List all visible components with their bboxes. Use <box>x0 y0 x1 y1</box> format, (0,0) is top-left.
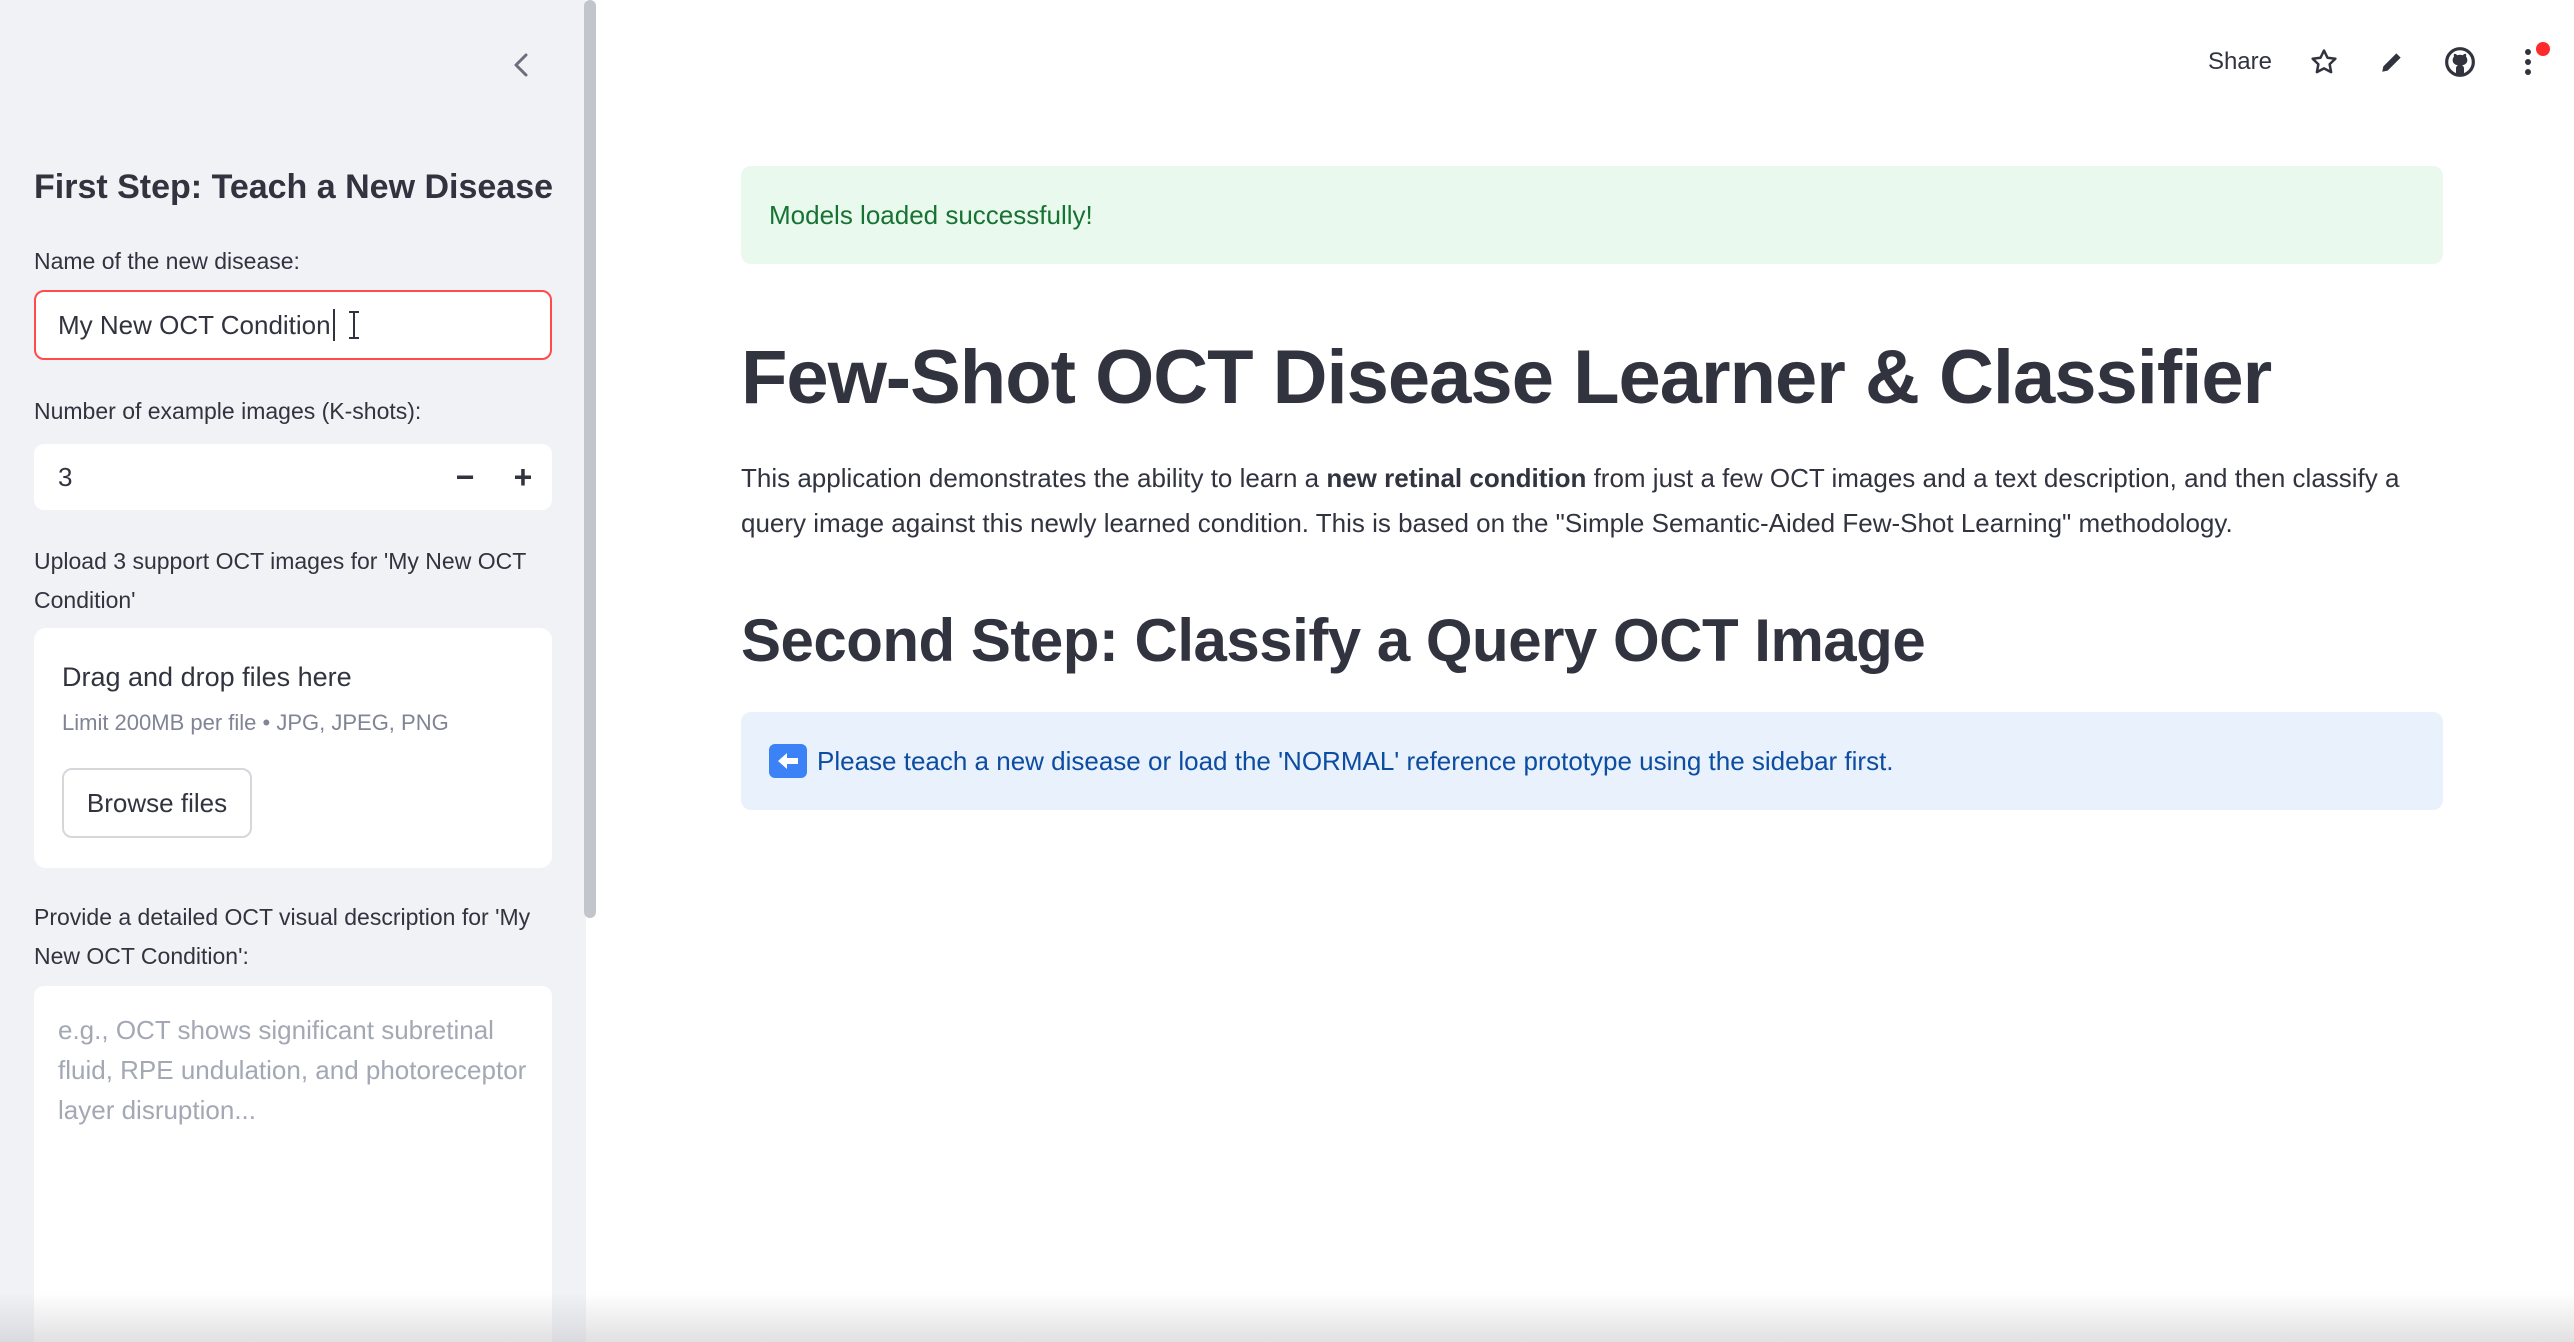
main-area: Share Models loaded successfully! Few-Sh… <box>596 0 2574 1342</box>
star-icon <box>2311 49 2337 74</box>
intro-bold-text: new retinal condition <box>1326 463 1587 493</box>
disease-name-input[interactable]: My New OCT Condition <box>34 290 552 360</box>
text-caret <box>332 309 335 341</box>
disease-name-label: Name of the new disease: <box>34 248 300 274</box>
info-message: Please teach a new disease or load the '… <box>817 745 1894 776</box>
intro-text-1: This application demonstrates the abilit… <box>741 463 1327 493</box>
description-textarea[interactable]: e.g., OCT shows significant subretinal f… <box>34 986 552 1342</box>
app-window: First Step: Teach a New Disease Name of … <box>0 0 2574 1342</box>
star-button[interactable] <box>2308 46 2340 78</box>
uploader-limit: Limit 200MB per file • JPG, JPEG, PNG <box>62 710 449 735</box>
page-title: Few-Shot OCT Disease Learner & Classifie… <box>741 335 2272 420</box>
left-arrow-icon <box>769 744 807 778</box>
file-uploader-dropzone[interactable]: Drag and drop files here Limit 200MB per… <box>34 628 552 868</box>
chevron-left-icon <box>514 53 528 77</box>
description-placeholder: e.g., OCT shows significant subretinal f… <box>58 1015 527 1125</box>
kshots-value[interactable]: 3 <box>34 462 436 493</box>
notification-dot <box>2536 42 2550 56</box>
description-label: Provide a detailed OCT visual descriptio… <box>34 904 531 969</box>
kshots-label: Number of example images (K-shots): <box>34 398 422 424</box>
main-menu-button[interactable] <box>2512 42 2550 78</box>
disease-name-value: My New OCT Condition <box>58 309 331 340</box>
uploader-title: Drag and drop files here <box>62 662 352 692</box>
sidebar: First Step: Teach a New Disease Name of … <box>0 0 586 1342</box>
github-button[interactable] <box>2444 46 2476 78</box>
share-button[interactable]: Share <box>2208 48 2272 76</box>
pencil-icon <box>2382 53 2401 72</box>
collapse-sidebar-button[interactable] <box>500 44 542 86</box>
github-icon <box>2445 47 2475 77</box>
info-alert: Please teach a new disease or load the '… <box>741 712 2443 810</box>
sidebar-scrollbar[interactable] <box>584 0 596 918</box>
kebab-menu-icon <box>2525 49 2531 75</box>
success-alert: Models loaded successfully! <box>741 166 2443 264</box>
sidebar-heading: First Step: Teach a New Disease <box>34 168 554 206</box>
success-message: Models loaded successfully! <box>769 199 1093 230</box>
kshots-number-input[interactable]: 3 − + <box>34 444 552 510</box>
intro-paragraph: This application demonstrates the abilit… <box>741 456 2443 546</box>
text-cursor-icon <box>348 311 359 339</box>
upload-label: Upload 3 support OCT images for 'My New … <box>34 548 526 613</box>
kshots-decrement-button[interactable]: − <box>436 444 494 510</box>
edit-button[interactable] <box>2376 46 2408 78</box>
top-toolbar: Share <box>2208 34 2550 90</box>
section-title: Second Step: Classify a Query OCT Image <box>741 607 1926 674</box>
kshots-increment-button[interactable]: + <box>494 444 552 510</box>
browse-files-button[interactable]: Browse files <box>62 768 252 838</box>
